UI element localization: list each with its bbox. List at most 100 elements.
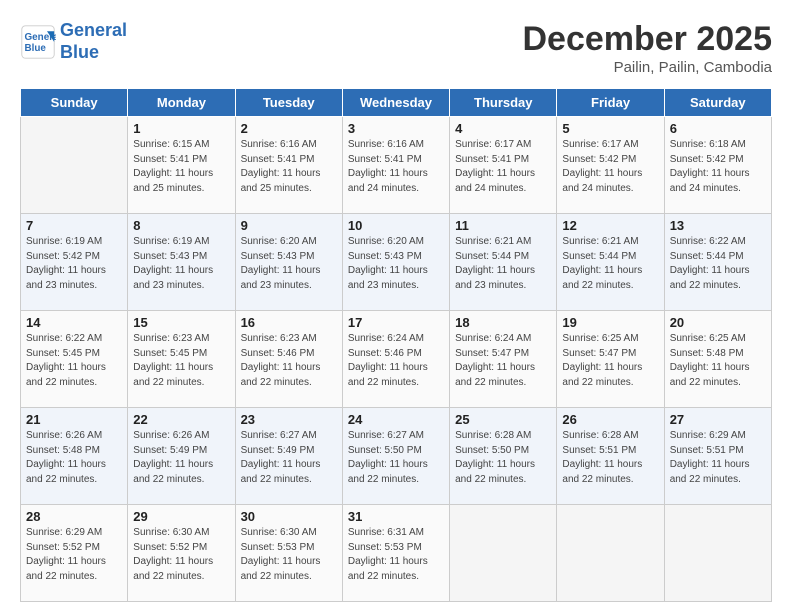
logo: General Blue General Blue bbox=[20, 20, 127, 63]
day-cell: 3 Sunrise: 6:16 AMSunset: 5:41 PMDaylight… bbox=[342, 117, 449, 214]
day-info: Sunrise: 6:21 AMSunset: 5:44 PMDaylight:… bbox=[562, 235, 658, 293]
day-cell: 7Sunrise: 6:19 AMSunset: 5:42 PMDaylight… bbox=[21, 214, 128, 311]
day-cell: 22Sunrise: 6:26 AMSunset: 5:49 PMDayligh… bbox=[128, 408, 235, 505]
day-info: Sunrise: 6:28 AMSunset: 5:51 PMDaylight:… bbox=[562, 429, 658, 487]
day-cell: 27 Sunrise: 6:29 AMSunset: 5:51 PMDayligh… bbox=[664, 408, 771, 505]
day-info: Sunrise: 6:17 AMSunset: 5:42 PMDaylight:… bbox=[562, 138, 658, 196]
day-cell: 20Sunrise: 6:25 AMSunset: 5:48 PMDayligh… bbox=[664, 311, 771, 408]
day-number: 2 bbox=[241, 121, 337, 136]
day-info: Sunrise: 6:18 AMSunset: 5:42 PMDaylight:… bbox=[670, 138, 766, 196]
day-cell: 30 Sunrise: 6:30 AMSunset: 5:53 PMDayligh… bbox=[235, 505, 342, 602]
weekday-header-sunday: Sunday bbox=[21, 89, 128, 117]
day-cell: 25 Sunrise: 6:28 AMSunset: 5:50 PMDayligh… bbox=[450, 408, 557, 505]
day-info: Sunrise: 6:27 AMSunset: 5:50 PMDaylight:… bbox=[348, 429, 444, 487]
day-number: 28 bbox=[26, 509, 122, 524]
day-number: 3 bbox=[348, 121, 444, 136]
svg-text:Blue: Blue bbox=[25, 43, 47, 54]
day-number: 23 bbox=[241, 412, 337, 427]
day-cell: 19Sunrise: 6:25 AMSunset: 5:47 PMDayligh… bbox=[557, 311, 664, 408]
day-cell: 29 Sunrise: 6:30 AMSunset: 5:52 PMDayligh… bbox=[128, 505, 235, 602]
day-info: Sunrise: 6:20 AMSunset: 5:43 PMDaylight:… bbox=[348, 235, 444, 293]
day-info: Sunrise: 6:27 AMSunset: 5:49 PMDaylight:… bbox=[241, 429, 337, 487]
day-info: Sunrise: 6:30 AMSunset: 5:52 PMDaylight:… bbox=[133, 526, 229, 584]
day-number: 7 bbox=[26, 218, 122, 233]
day-info: Sunrise: 6:28 AMSunset: 5:50 PMDaylight:… bbox=[455, 429, 551, 487]
day-cell bbox=[450, 505, 557, 602]
day-number: 24 bbox=[348, 412, 444, 427]
day-info: Sunrise: 6:30 AMSunset: 5:53 PMDaylight:… bbox=[241, 526, 337, 584]
day-info: Sunrise: 6:16 AMSunset: 5:41 PMDaylight:… bbox=[348, 138, 444, 196]
month-title: December 2025 bbox=[522, 20, 772, 59]
day-number: 14 bbox=[26, 315, 122, 330]
day-number: 4 bbox=[455, 121, 551, 136]
day-cell: 4 Sunrise: 6:17 AMSunset: 5:41 PMDaylight… bbox=[450, 117, 557, 214]
day-cell bbox=[557, 505, 664, 602]
day-number: 12 bbox=[562, 218, 658, 233]
week-row-3: 21Sunrise: 6:26 AMSunset: 5:48 PMDayligh… bbox=[21, 408, 772, 505]
day-cell: 26 Sunrise: 6:28 AMSunset: 5:51 PMDayligh… bbox=[557, 408, 664, 505]
day-info: Sunrise: 6:24 AMSunset: 5:46 PMDaylight:… bbox=[348, 332, 444, 390]
day-info: Sunrise: 6:17 AMSunset: 5:41 PMDaylight:… bbox=[455, 138, 551, 196]
location: Pailin, Pailin, Cambodia bbox=[522, 59, 772, 76]
day-info: Sunrise: 6:29 AMSunset: 5:51 PMDaylight:… bbox=[670, 429, 766, 487]
day-number: 30 bbox=[241, 509, 337, 524]
calendar-table: SundayMondayTuesdayWednesdayThursdayFrid… bbox=[20, 88, 772, 602]
day-number: 5 bbox=[562, 121, 658, 136]
day-info: Sunrise: 6:26 AMSunset: 5:49 PMDaylight:… bbox=[133, 429, 229, 487]
day-number: 9 bbox=[241, 218, 337, 233]
day-cell: 31 Sunrise: 6:31 AMSunset: 5:53 PMDayligh… bbox=[342, 505, 449, 602]
day-info: Sunrise: 6:21 AMSunset: 5:44 PMDaylight:… bbox=[455, 235, 551, 293]
day-number: 8 bbox=[133, 218, 229, 233]
day-cell: 1 Sunrise: 6:15 AMSunset: 5:41 PMDaylight… bbox=[128, 117, 235, 214]
day-info: Sunrise: 6:22 AMSunset: 5:44 PMDaylight:… bbox=[670, 235, 766, 293]
day-number: 27 bbox=[670, 412, 766, 427]
day-info: Sunrise: 6:23 AMSunset: 5:45 PMDaylight:… bbox=[133, 332, 229, 390]
logo-line1: General bbox=[60, 20, 127, 40]
day-cell: 16 Sunrise: 6:23 AMSunset: 5:46 PMDayligh… bbox=[235, 311, 342, 408]
day-info: Sunrise: 6:22 AMSunset: 5:45 PMDaylight:… bbox=[26, 332, 122, 390]
day-cell: 21Sunrise: 6:26 AMSunset: 5:48 PMDayligh… bbox=[21, 408, 128, 505]
weekday-header-friday: Friday bbox=[557, 89, 664, 117]
day-number: 31 bbox=[348, 509, 444, 524]
day-cell: 14 Sunrise: 6:22 AMSunset: 5:45 PMDayligh… bbox=[21, 311, 128, 408]
week-row-0: 1 Sunrise: 6:15 AMSunset: 5:41 PMDaylight… bbox=[21, 117, 772, 214]
day-cell: 6 Sunrise: 6:18 AMSunset: 5:42 PMDaylight… bbox=[664, 117, 771, 214]
day-number: 6 bbox=[670, 121, 766, 136]
day-number: 13 bbox=[670, 218, 766, 233]
logo-icon: General Blue bbox=[20, 24, 56, 60]
title-block: December 2025 Pailin, Pailin, Cambodia bbox=[522, 20, 772, 76]
day-info: Sunrise: 6:23 AMSunset: 5:46 PMDaylight:… bbox=[241, 332, 337, 390]
day-info: Sunrise: 6:15 AMSunset: 5:41 PMDaylight:… bbox=[133, 138, 229, 196]
day-number: 11 bbox=[455, 218, 551, 233]
day-number: 15 bbox=[133, 315, 229, 330]
header: General Blue General Blue December 2025 … bbox=[20, 20, 772, 76]
day-cell: 12 Sunrise: 6:21 AMSunset: 5:44 PMDayligh… bbox=[557, 214, 664, 311]
day-number: 10 bbox=[348, 218, 444, 233]
day-cell: 9Sunrise: 6:20 AMSunset: 5:43 PMDaylight… bbox=[235, 214, 342, 311]
day-number: 21 bbox=[26, 412, 122, 427]
day-number: 26 bbox=[562, 412, 658, 427]
day-number: 29 bbox=[133, 509, 229, 524]
day-info: Sunrise: 6:31 AMSunset: 5:53 PMDaylight:… bbox=[348, 526, 444, 584]
day-cell: 10 Sunrise: 6:20 AMSunset: 5:43 PMDayligh… bbox=[342, 214, 449, 311]
day-number: 25 bbox=[455, 412, 551, 427]
day-number: 1 bbox=[133, 121, 229, 136]
day-cell bbox=[664, 505, 771, 602]
day-info: Sunrise: 6:16 AMSunset: 5:41 PMDaylight:… bbox=[241, 138, 337, 196]
day-info: Sunrise: 6:25 AMSunset: 5:48 PMDaylight:… bbox=[670, 332, 766, 390]
day-info: Sunrise: 6:24 AMSunset: 5:47 PMDaylight:… bbox=[455, 332, 551, 390]
weekday-header-monday: Monday bbox=[128, 89, 235, 117]
weekday-header-tuesday: Tuesday bbox=[235, 89, 342, 117]
week-row-4: 28Sunrise: 6:29 AMSunset: 5:52 PMDayligh… bbox=[21, 505, 772, 602]
day-cell: 17 Sunrise: 6:24 AMSunset: 5:46 PMDayligh… bbox=[342, 311, 449, 408]
day-cell bbox=[21, 117, 128, 214]
day-number: 19 bbox=[562, 315, 658, 330]
day-cell: 28Sunrise: 6:29 AMSunset: 5:52 PMDayligh… bbox=[21, 505, 128, 602]
day-number: 16 bbox=[241, 315, 337, 330]
day-cell: 18Sunrise: 6:24 AMSunset: 5:47 PMDayligh… bbox=[450, 311, 557, 408]
day-number: 17 bbox=[348, 315, 444, 330]
weekday-header-thursday: Thursday bbox=[450, 89, 557, 117]
calendar-header-row: SundayMondayTuesdayWednesdayThursdayFrid… bbox=[21, 89, 772, 117]
day-cell: 5 Sunrise: 6:17 AMSunset: 5:42 PMDaylight… bbox=[557, 117, 664, 214]
day-cell: 11 Sunrise: 6:21 AMSunset: 5:44 PMDayligh… bbox=[450, 214, 557, 311]
